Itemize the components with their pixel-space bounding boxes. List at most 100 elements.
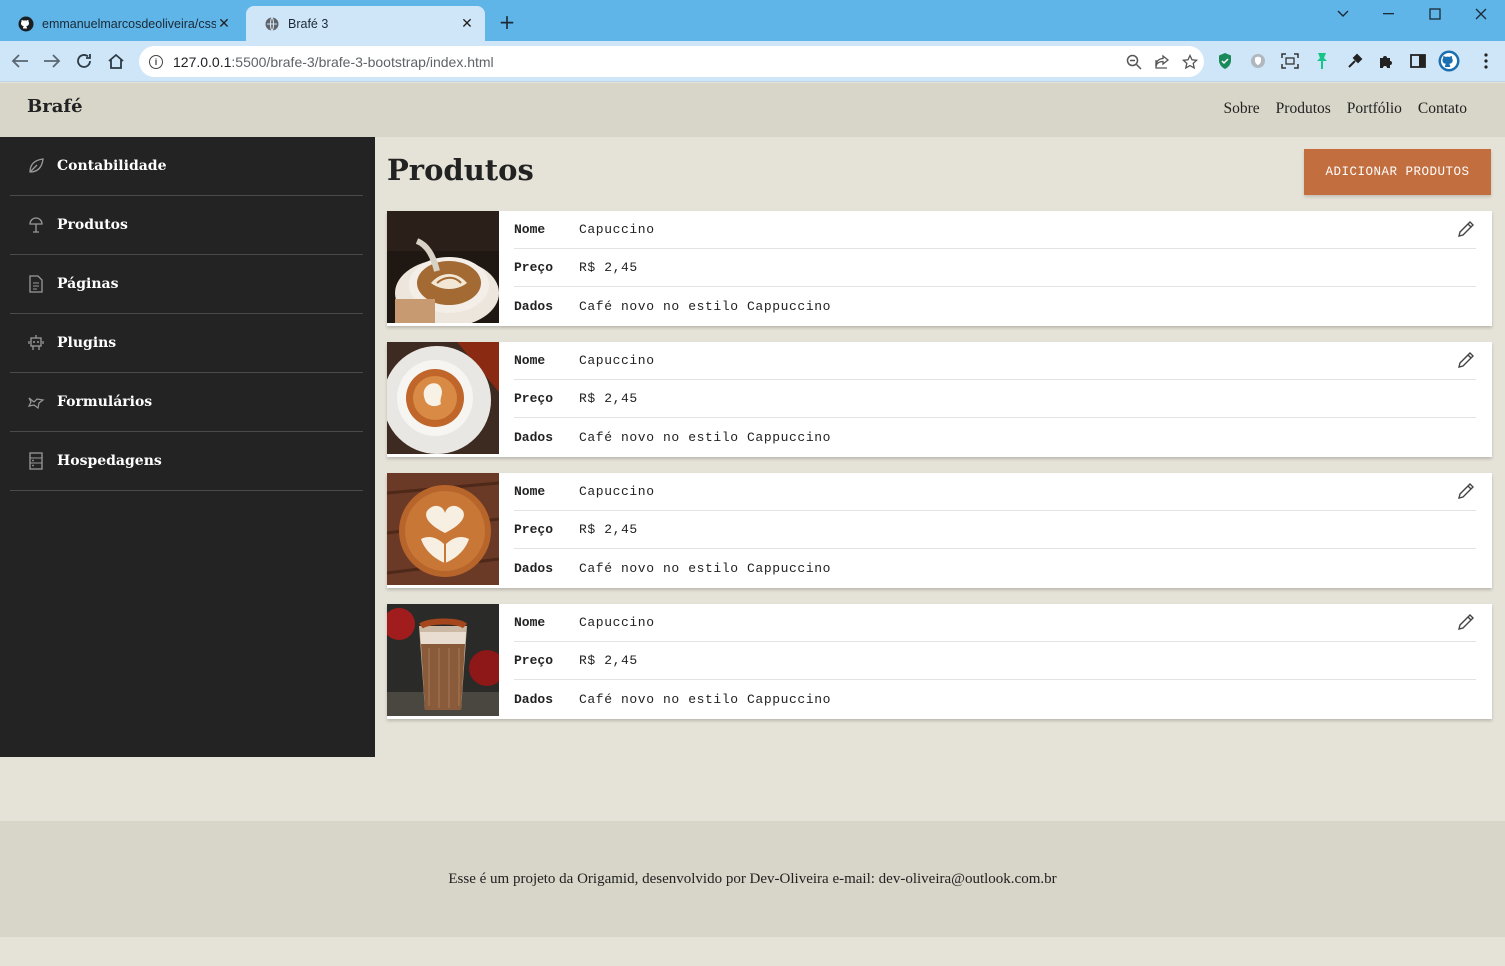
browser-menu-icon[interactable] [1474,49,1498,73]
product-name: Capuccino [579,222,655,237]
sidebar-item-hospedagens[interactable]: Hospedagens [10,432,363,491]
site-info-icon[interactable]: i [149,54,163,69]
product-image-latte-cup [387,342,499,454]
browser-toolbar: i 127.0.0.1:5500/brafe-3/brafe-3-bootstr… [0,41,1505,82]
document-icon [26,274,46,294]
price-label: Preço [514,391,554,406]
top-navigation: Sobre Produtos Portfólio Contato [1223,100,1467,118]
close-tab-icon[interactable]: ✕ [459,16,475,32]
product-price-row: Preço R$ 2,45 [514,249,1476,287]
product-data: Café novo no estilo Cappuccino [579,691,832,707]
data-label: Dados [514,429,554,445]
product-card: Nome Capuccino Preço R$ 2,45 Dados Café … [387,342,1492,457]
product-image-latte-swan [387,473,499,585]
sidebar-item-plugins[interactable]: Plugins [10,314,363,373]
site-footer: Esse é um projeto da Origamid, desenvolv… [0,821,1505,937]
sidebar-item-label: Formulários [57,394,153,410]
bird-icon [26,392,46,412]
sidebar-item-label: Contabilidade [57,158,167,174]
nav-link-sobre[interactable]: Sobre [1223,100,1259,118]
nav-link-portfolio[interactable]: Portfólio [1347,100,1402,118]
page-title: Produtos [387,153,534,187]
sidebar: Contabilidade Produtos Páginas Plugins F… [0,137,375,757]
data-label: Dados [514,560,554,576]
minimize-button[interactable] [1366,0,1412,28]
nav-link-contato[interactable]: Contato [1418,100,1467,118]
back-arrow-icon[interactable] [8,49,32,73]
robot-icon [26,333,46,353]
tab-search-chevron-icon[interactable] [1320,0,1366,28]
product-card: Nome Capuccino Preço R$ 2,45 Dados Café … [387,473,1492,588]
sidebar-item-label: Hospedagens [57,453,162,469]
url-text: 127.0.0.1:5500/brafe-3/brafe-3-bootstrap… [173,54,1120,70]
price-label: Preço [514,260,554,275]
puzzle-extensions-icon[interactable] [1374,49,1398,73]
price-label: Preço [514,522,554,537]
tab-title: Brafé 3 [288,16,329,31]
profile-avatar[interactable] [1437,49,1461,73]
site-header: Brafé Sobre Produtos Portfólio Contato [0,83,1505,137]
globe-icon [264,16,280,32]
product-data-row: Dados Café novo no estilo Cappuccino [514,549,1476,587]
lamp-icon [26,215,46,235]
footer-text: Esse é um projeto da Origamid, desenvolv… [448,870,1057,887]
product-price: R$ 2,45 [579,522,638,537]
product-price-row: Preço R$ 2,45 [514,511,1476,549]
url-path: :5500/brafe-3/brafe-3-bootstrap/index.ht… [231,53,494,70]
share-icon[interactable] [1148,50,1176,74]
edit-pencil-icon[interactable] [1454,479,1478,503]
github-icon [18,16,34,32]
leaf-icon [26,156,46,176]
forward-arrow-icon[interactable] [40,49,64,73]
address-bar[interactable]: i 127.0.0.1:5500/brafe-3/brafe-3-bootstr… [139,46,1204,77]
data-label: Dados [514,298,554,314]
sidebar-item-formularios[interactable]: Formulários [10,373,363,432]
product-price-row: Preço R$ 2,45 [514,380,1476,418]
name-label: Nome [514,484,546,499]
name-label: Nome [514,615,546,630]
edit-pencil-icon[interactable] [1454,217,1478,241]
edit-pencil-icon[interactable] [1454,610,1478,634]
edit-pencil-icon[interactable] [1454,348,1478,372]
product-price-row: Preço R$ 2,45 [514,642,1476,680]
privacy-extension-icon[interactable] [1246,49,1270,73]
sidebar-item-paginas[interactable]: Páginas [10,255,363,314]
shield-extension-icon[interactable] [1213,49,1237,73]
product-image-latte-pouring [387,211,499,323]
tab-title: emmanuelmarcosdeoliveira/css-a [42,16,216,31]
product-name: Capuccino [579,615,655,630]
reload-icon[interactable] [72,49,96,73]
product-price: R$ 2,45 [579,391,638,406]
nav-link-produtos[interactable]: Produtos [1276,100,1331,118]
add-products-button[interactable]: ADICIONAR PRODUTOS [1304,149,1491,195]
product-data: Café novo no estilo Cappuccino [579,560,832,576]
product-data-row: Dados Café novo no estilo Cappuccino [514,287,1476,325]
pin-extension-icon[interactable] [1310,49,1334,73]
bookmark-star-icon[interactable] [1176,50,1204,74]
browser-tab-brafe[interactable]: Brafé 3 ✕ [246,6,485,41]
close-window-button[interactable] [1458,0,1504,28]
product-name: Capuccino [579,353,655,368]
product-name: Capuccino [579,484,655,499]
zoom-icon[interactable] [1120,50,1148,74]
sidebar-item-contabilidade[interactable]: Contabilidade [10,137,363,196]
data-label: Dados [514,691,554,707]
product-price: R$ 2,45 [579,653,638,668]
brand-logo[interactable]: Brafé [27,96,83,117]
browser-tab-github[interactable]: emmanuelmarcosdeoliveira/css-a ✕ [0,6,242,41]
maximize-button[interactable] [1412,0,1458,28]
product-card: Nome Capuccino Preço R$ 2,45 Dados Café … [387,604,1492,719]
new-tab-button[interactable]: + [497,11,517,35]
sidebar-item-label: Plugins [57,335,117,351]
eyedropper-extension-icon[interactable] [1343,49,1367,73]
close-tab-icon[interactable]: ✕ [216,16,232,32]
side-panel-icon[interactable] [1406,49,1430,73]
sidebar-item-label: Páginas [57,276,119,292]
product-name-row: Nome Capuccino [514,473,1476,511]
product-data-row: Dados Café novo no estilo Cappuccino [514,418,1476,456]
screenshot-extension-icon[interactable] [1278,49,1302,73]
sidebar-item-produtos[interactable]: Produtos [10,196,363,255]
product-image-iced-coffee [387,604,499,716]
product-data: Café novo no estilo Cappuccino [579,429,832,445]
home-icon[interactable] [104,49,128,73]
